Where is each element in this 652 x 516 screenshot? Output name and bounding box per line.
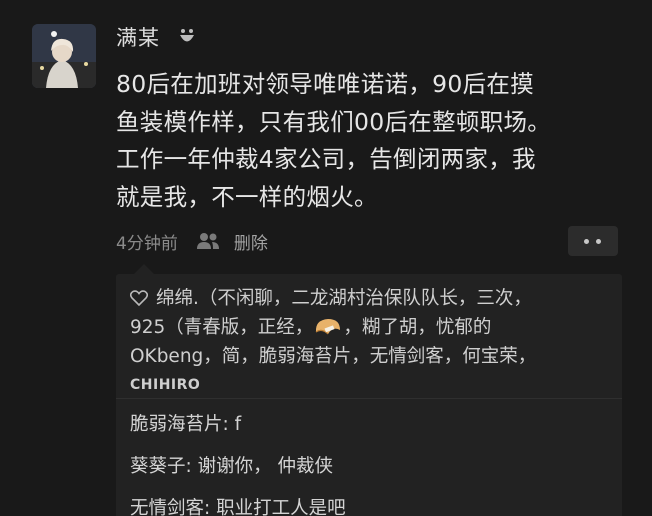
comment-list: 脆弱海苔片: f 葵葵子: 谢谢你， 仲裁侠 无情剑客: 职业打工人是吧 — [130, 404, 616, 516]
likes-line: 绵绵.（不闲聊，二龙湖村治保队队长，三次， — [130, 284, 616, 313]
comment-author[interactable]: 脆弱海苔片 — [130, 414, 223, 435]
post-line: 就是我，不一样的烟火。 — [116, 182, 378, 211]
liker-names[interactable]: ，糊了胡，忧郁的 — [343, 317, 491, 338]
comment-author[interactable]: 葵葵子 — [130, 456, 186, 477]
more-button[interactable] — [568, 226, 618, 256]
smile-badge-icon — [180, 29, 194, 42]
post-line: 80后在加班对领导唯唯诺诺，90后在摸 — [116, 70, 535, 98]
post-meta: 4分钟前 删除 — [116, 228, 268, 254]
comment-separator: : — [185, 456, 198, 477]
more-dots-icon — [596, 239, 601, 244]
likes-list: 绵绵.（不闲聊，二龙湖村治保队队长，三次， 925（青春版，正经， ，糊了胡，忧… — [130, 284, 616, 400]
avatar[interactable] — [32, 24, 96, 88]
post-text: 80后在加班对领导唯唯诺诺，90后在摸 鱼装模作样，只有我们00后在整顿职场。 … — [116, 66, 636, 216]
likes-line: OKbeng，简，脆弱海苔片，无情剑客，何宝荣， — [130, 342, 616, 371]
delete-link[interactable]: 删除 — [234, 229, 268, 254]
likes-line: CHIHIRO — [130, 371, 616, 400]
liker-names[interactable]: 925（青春版，正经， — [130, 317, 313, 338]
comment-box-pointer — [134, 264, 154, 274]
comment-author[interactable]: 无情剑客 — [130, 498, 204, 516]
comment-text: 谢谢你， 仲裁侠 — [197, 456, 334, 477]
comment-text: 职业打工人是吧 — [216, 498, 346, 516]
comment-text: f — [234, 414, 242, 435]
username[interactable]: 满某 — [116, 22, 160, 52]
comment-item[interactable]: 脆弱海苔片: f — [130, 404, 616, 446]
liker-names[interactable]: OKbeng，简，脆弱海苔片，无情剑客，何宝荣， — [130, 346, 536, 367]
fortune-cookie-emoji-icon — [315, 319, 341, 335]
likes-line: 925（青春版，正经， ，糊了胡，忧郁的 — [130, 313, 616, 342]
post-time: 4分钟前 — [116, 233, 178, 254]
liker-names[interactable]: 绵绵.（不闲聊，二龙湖村治保队队长，三次， — [156, 288, 532, 309]
comment-separator: : — [222, 414, 235, 435]
divider — [116, 398, 622, 399]
liker-names[interactable]: CHIHIRO — [130, 377, 200, 393]
friends-icon — [196, 233, 219, 249]
more-dots-icon — [584, 239, 589, 244]
comment-item[interactable]: 无情剑客: 职业打工人是吧 — [130, 488, 616, 516]
post-line: 工作一年仲裁4家公司，告倒闭两家，我 — [116, 145, 536, 173]
comment-item[interactable]: 葵葵子: 谢谢你， 仲裁侠 — [130, 446, 616, 488]
moments-post: 满某 80后在加班对领导唯唯诺诺，90后在摸 鱼装模作样，只有我们00后在整顿职… — [0, 0, 652, 516]
comment-separator: : — [204, 498, 217, 516]
post-line: 鱼装模作样，只有我们00后在整顿职场。 — [116, 107, 552, 136]
heart-icon — [130, 290, 148, 306]
